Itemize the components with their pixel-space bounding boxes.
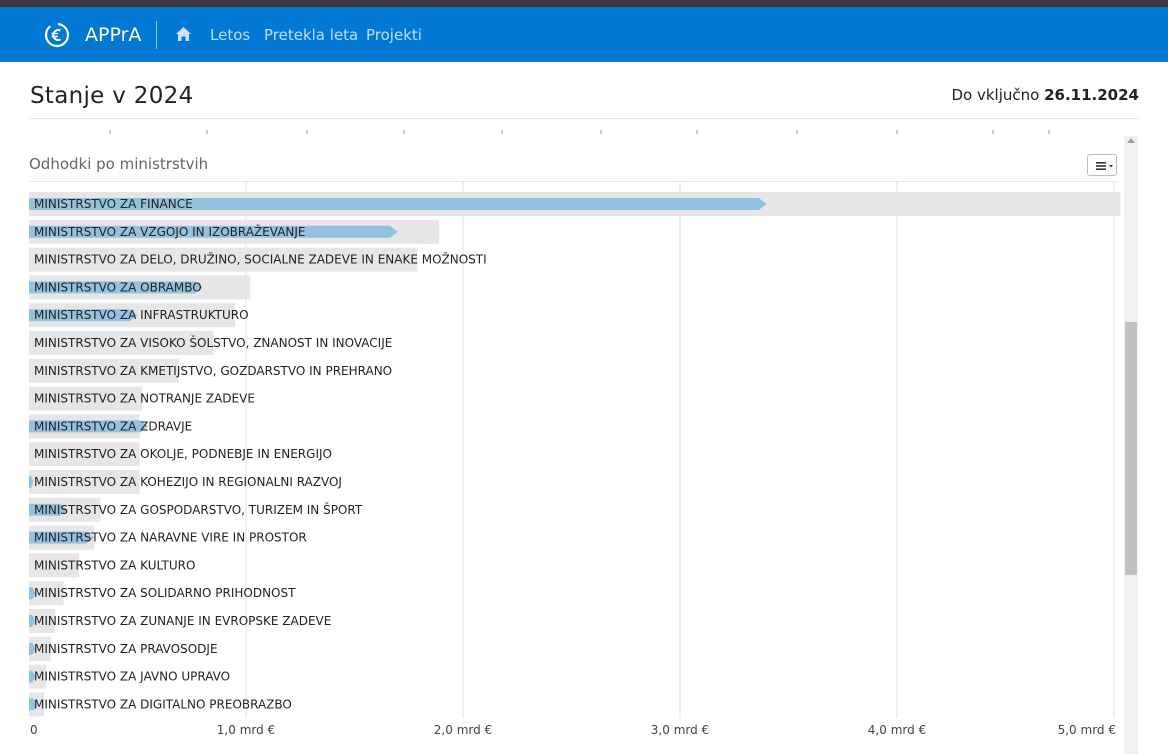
category-label: MINISTRSTVO ZA VZGOJO IN IZOBRAŽEVANJE (34, 224, 306, 239)
category-label: MINISTRSTVO ZA GOSPODARSTVO, TURIZEM IN … (34, 502, 363, 517)
category-label: MINISTRSTVO ZA KULTURO (34, 558, 195, 572)
x-tick-label: 4,0 mrd € (868, 723, 926, 737)
category-label: MINISTRSTVO ZA NOTRANJE ZADEVE (34, 392, 255, 406)
category-label: MINISTRSTVO ZA DELO, DRUŽINO, SOCIALNE Z… (34, 252, 487, 267)
category-label: MINISTRSTVO ZA ZDRAVJE (34, 419, 192, 433)
x-tick-label: 0 (30, 723, 38, 737)
scroll-up-arrow-icon[interactable] (1127, 138, 1135, 143)
category-label: MINISTRSTVO ZA FINANCE (34, 197, 193, 211)
category-label: MINISTRSTVO ZA NARAVNE VIRE IN PROSTOR (34, 531, 307, 545)
category-label: MINISTRSTVO ZA PRAVOSODJE (34, 642, 218, 656)
category-label: MINISTRSTVO ZA JAVNO UPRAVO (34, 670, 230, 684)
x-tick-label: 2,0 mrd € (434, 723, 492, 737)
scrollbar-thumb[interactable] (1125, 322, 1137, 575)
x-tick-label: 3,0 mrd € (651, 723, 709, 737)
x-tick-label: 1,0 mrd € (217, 723, 275, 737)
category-label: MINISTRSTVO ZA KMETIJSTVO, GOZDARSTVO IN… (34, 364, 392, 378)
category-label: MINISTRSTVO ZA VISOKO ŠOLSTVO, ZNANOST I… (34, 335, 392, 350)
category-label: MINISTRSTVO ZA KOHEZIJO IN REGIONALNI RA… (34, 475, 342, 489)
category-label: MINISTRSTVO ZA ZUNANJE IN EVROPSKE ZADEV… (34, 614, 331, 628)
category-label: MINISTRSTVO ZA DIGITALNO PREOBRAZBO (34, 697, 292, 711)
category-label: MINISTRSTVO ZA OBRAMBO (34, 280, 202, 294)
ministry-expenses-chart: MINISTRSTVO ZA FINANCE MINISTRSTVO ZA VZG… (29, 182, 1121, 737)
category-label: MINISTRSTVO ZA INFRASTRUKTURO (34, 308, 249, 322)
category-label: MINISTRSTVO ZA OKOLJE, PODNEBJE IN ENERG… (34, 447, 332, 461)
x-tick-label: 5,0 mrd € (1058, 723, 1116, 737)
category-label: MINISTRSTVO ZA SOLIDARNO PRIHODNOST (34, 586, 296, 600)
